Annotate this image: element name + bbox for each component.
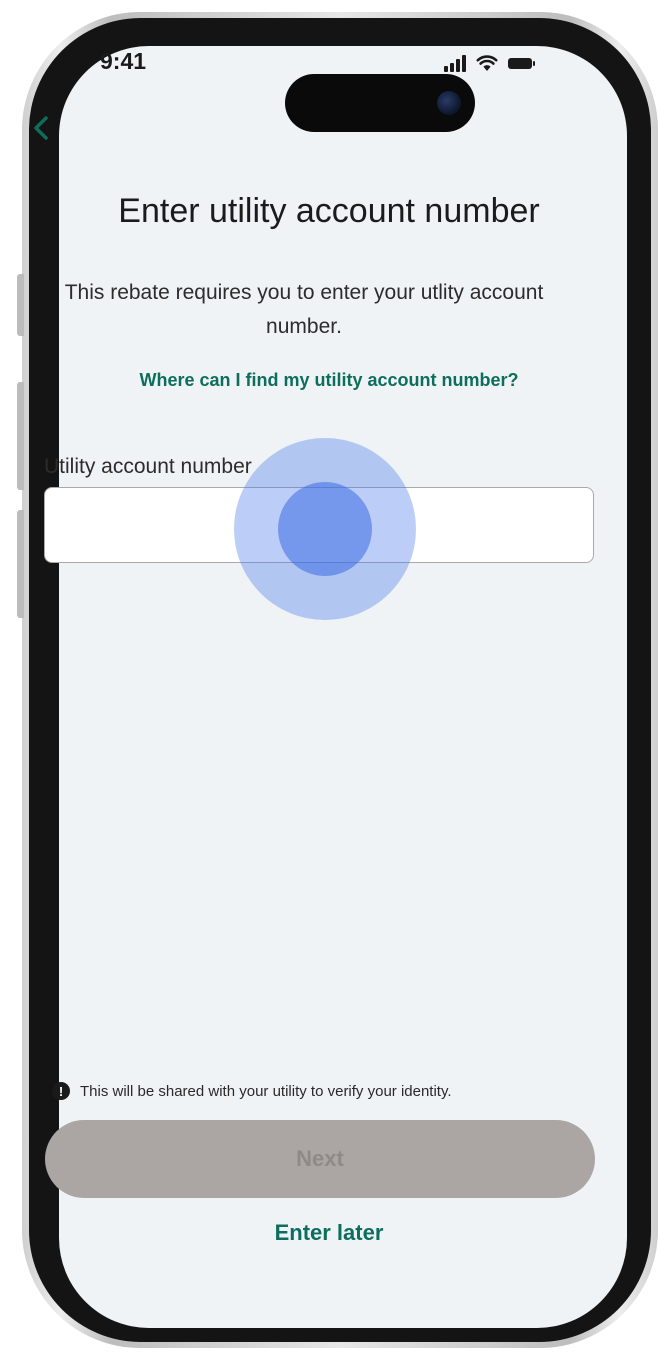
wifi-icon: [476, 55, 498, 71]
page-subtitle: This rebate requires you to enter your u…: [64, 281, 544, 338]
volume-up-button: [17, 382, 24, 490]
help-link[interactable]: Where can I find my utility account numb…: [0, 370, 658, 391]
status-time: 9:41: [100, 48, 147, 74]
chevron-left-icon: [34, 116, 48, 140]
dynamic-island: [285, 74, 475, 132]
action-button: [17, 274, 24, 336]
back-button[interactable]: [26, 108, 56, 148]
account-number-label: Utility account number: [44, 455, 252, 478]
privacy-notice-text: This will be shared with your utility to…: [80, 1082, 452, 1100]
status-icons: [444, 48, 535, 72]
account-number-input[interactable]: [44, 487, 594, 563]
volume-down-button: [17, 510, 24, 618]
signal-icon: [444, 54, 466, 72]
privacy-notice: ! This will be shared with your utility …: [52, 1082, 452, 1100]
battery-icon: [508, 58, 535, 69]
next-button[interactable]: Next: [45, 1120, 595, 1198]
page-title: Enter utility account number: [118, 192, 540, 230]
camera-icon: [437, 91, 461, 115]
enter-later-link[interactable]: Enter later: [0, 1220, 658, 1246]
info-icon: !: [52, 1082, 70, 1100]
